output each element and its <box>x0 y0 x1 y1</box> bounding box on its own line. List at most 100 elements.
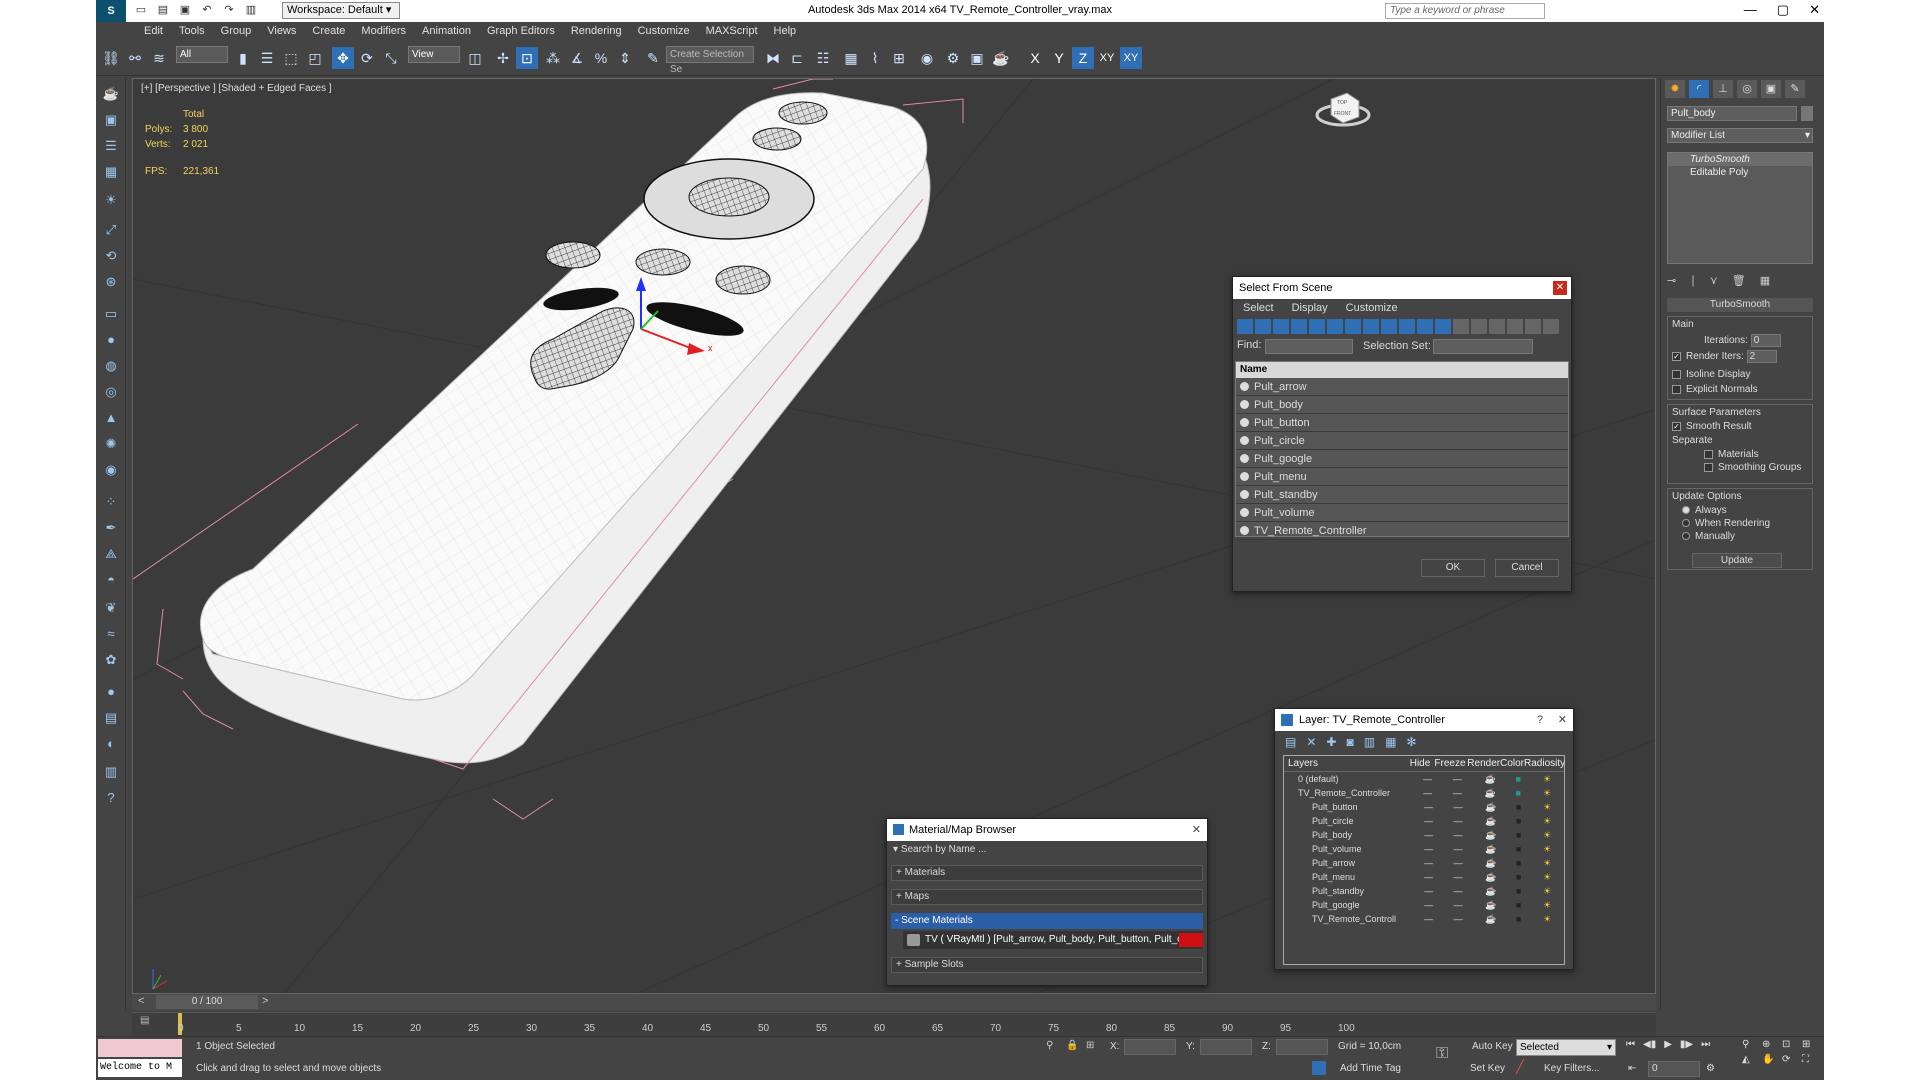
render-production-icon[interactable]: ☕ <box>990 47 1012 69</box>
list-item[interactable]: Pult_body <box>1236 396 1568 414</box>
unlink-icon[interactable]: ⚯ <box>124 47 146 69</box>
filter-warps-icon[interactable] <box>1327 319 1343 334</box>
isolate-icon[interactable]: 🔒 <box>1066 1040 1078 1051</box>
manipulate-icon[interactable]: ✢ <box>492 47 514 69</box>
filter-containers-icon[interactable] <box>1399 319 1415 334</box>
layer-row[interactable]: Pult_body — — ☕ ■ ☀ <box>1284 828 1564 842</box>
pivot-center-icon[interactable]: ◫ <box>464 47 486 69</box>
layer-color-swatch[interactable]: ■ <box>1507 856 1531 870</box>
highlight-layer-icon[interactable]: ▥ <box>1364 735 1375 749</box>
col-radiosity[interactable]: Radiosity <box>1524 756 1565 771</box>
time-slider[interactable]: < 0 / 100 > <box>132 994 1656 1010</box>
hide-toggle[interactable]: — <box>1416 828 1441 842</box>
selection-filter-dropdown[interactable]: All <box>176 46 228 63</box>
next-frame-icon[interactable]: > <box>262 995 268 1007</box>
radiosity-icon[interactable]: ☀ <box>1530 884 1564 898</box>
object-color-swatch[interactable] <box>1801 106 1813 121</box>
list-item[interactable]: Pult_circle <box>1236 432 1568 450</box>
hair-icon[interactable]: ≈ <box>101 624 121 644</box>
layer-row[interactable]: Pult_standby — — ☕ ■ ☀ <box>1284 884 1564 898</box>
select-all-icon[interactable] <box>1453 319 1469 334</box>
minimize-icon[interactable]: — <box>1744 2 1757 18</box>
paint-icon[interactable]: ✒ <box>101 518 121 538</box>
display-menu[interactable]: Display <box>1292 299 1328 317</box>
freeze-toggle[interactable]: — <box>1441 800 1475 814</box>
filter-helpers-icon[interactable] <box>1309 319 1325 334</box>
percent-snap-icon[interactable]: % <box>590 47 612 69</box>
hide-toggle[interactable]: — <box>1416 898 1441 912</box>
select-by-name-icon[interactable]: ☰ <box>256 47 278 69</box>
hide-toggle[interactable]: — <box>1416 814 1441 828</box>
layer-row[interactable]: Pult_volume — — ☕ ■ ☀ <box>1284 842 1564 856</box>
create-tab-icon[interactable]: ✸ <box>1665 80 1685 98</box>
auto-key-button[interactable]: Auto Key <box>1472 1041 1513 1052</box>
layer-color-swatch[interactable]: ■ <box>1507 842 1531 856</box>
keyboard-shortcut-icon[interactable]: ⊡ <box>516 47 538 69</box>
hide-toggle[interactable]: — <box>1416 842 1441 856</box>
edit-named-sets-icon[interactable]: ✎ <box>642 47 664 69</box>
turbosmooth-rollout-header[interactable]: TurboSmooth <box>1667 298 1813 312</box>
list-item[interactable]: Pult_menu <box>1236 468 1568 486</box>
layer-color-swatch[interactable]: ■ <box>1506 786 1530 800</box>
iterations-spinner[interactable]: 0 <box>1750 334 1781 347</box>
snap-toggle-icon[interactable]: ⁂ <box>542 47 564 69</box>
menu-create[interactable]: Create <box>312 22 345 40</box>
filter-bones-icon[interactable] <box>1381 319 1397 334</box>
cylinder-icon[interactable]: ◍ <box>101 356 121 376</box>
stack-item-turbosmooth[interactable]: TurboSmooth <box>1668 153 1812 166</box>
make-unique-icon[interactable]: ⋎ <box>1710 274 1718 287</box>
curve-editor-icon[interactable]: ⌇ <box>864 47 886 69</box>
isoline-display-checkbox[interactable] <box>1672 369 1681 379</box>
spinner-snap-icon[interactable]: ⇕ <box>614 47 636 69</box>
menu-modifiers[interactable]: Modifiers <box>361 22 406 40</box>
link-icon[interactable]: ⛓ <box>100 47 122 69</box>
when-rendering-radio[interactable] <box>1682 519 1690 528</box>
filter-hidden-icon[interactable] <box>1435 319 1451 334</box>
select-invert-icon[interactable] <box>1489 319 1505 334</box>
col-color[interactable]: Color <box>1500 756 1524 771</box>
absolute-mode-icon[interactable]: ⊞ <box>1086 1040 1094 1051</box>
render-frame-icon[interactable]: ▤ <box>101 708 121 728</box>
menu-group[interactable]: Group <box>221 22 252 40</box>
zoom-all-icon[interactable]: ⊕ <box>1762 1039 1780 1050</box>
menu-graph-editors[interactable]: Graph Editors <box>487 22 555 40</box>
materials-section[interactable]: + Materials <box>891 865 1203 881</box>
environment-icon[interactable]: ◐ <box>101 734 121 754</box>
named-selection-dropdown[interactable]: Create Selection Se <box>666 46 754 75</box>
render-teapot-icon[interactable]: ☕ <box>1475 828 1507 842</box>
zoom-icon[interactable]: ⚲ <box>1742 1039 1760 1050</box>
smoothing-groups-checkbox[interactable] <box>1704 462 1713 472</box>
update-button[interactable]: Update <box>1692 553 1782 568</box>
layer-color-swatch[interactable]: ■ <box>1506 772 1530 786</box>
prev-frame-icon[interactable]: < <box>138 995 144 1007</box>
go-to-start-icon[interactable]: ⏮ <box>1626 1039 1635 1050</box>
axis-xyz-button[interactable]: XY <box>1120 47 1142 69</box>
radiosity-icon[interactable]: ☀ <box>1530 856 1564 870</box>
x-coord-field[interactable] <box>1124 1039 1176 1055</box>
material-search-input[interactable]: ▾ Search by Name ... <box>887 841 1207 859</box>
col-render[interactable]: Render <box>1467 756 1500 771</box>
time-tag-icon[interactable] <box>1312 1061 1326 1075</box>
scene-material-entry[interactable]: TV ( VRayMtl ) [Pult_arrow, Pult_body, P… <box>903 931 1203 949</box>
columns-icon[interactable] <box>1543 319 1559 334</box>
time-slider-thumb[interactable]: 0 / 100 <box>156 995 258 1009</box>
new-layer-icon[interactable]: ▤ <box>1285 735 1296 749</box>
motion-tab-icon[interactable]: ◎ <box>1737 80 1757 98</box>
key-mode-dropdown[interactable]: Selected ▾ <box>1516 1039 1616 1056</box>
layer-color-swatch[interactable]: ■ <box>1507 898 1531 912</box>
freeze-toggle[interactable]: — <box>1440 772 1474 786</box>
filter-groups-icon[interactable] <box>1345 319 1361 334</box>
customize-menu[interactable]: Customize <box>1346 299 1398 317</box>
layer-row[interactable]: Pult_google — — ☕ ■ ☀ <box>1284 898 1564 912</box>
help-icon[interactable]: ? <box>101 788 121 808</box>
filter-shapes-icon[interactable] <box>1255 319 1271 334</box>
object-name-field[interactable]: Pult_body <box>1667 106 1797 121</box>
layer-row[interactable]: TV_Remote_Controll — — ☕ ■ ☀ <box>1284 912 1564 926</box>
viewport-label[interactable]: [+] [Perspective ] [Shaded + Edged Faces… <box>141 83 332 94</box>
render-teapot-icon[interactable]: ☕ <box>1475 898 1507 912</box>
name-column-header[interactable]: Name <box>1236 362 1568 378</box>
light-icon[interactable]: ☀ <box>101 190 121 210</box>
select-object-icon[interactable]: ▮ <box>232 47 254 69</box>
close-icon[interactable]: ✕ <box>1553 281 1567 295</box>
freeze-toggle[interactable]: — <box>1441 856 1475 870</box>
